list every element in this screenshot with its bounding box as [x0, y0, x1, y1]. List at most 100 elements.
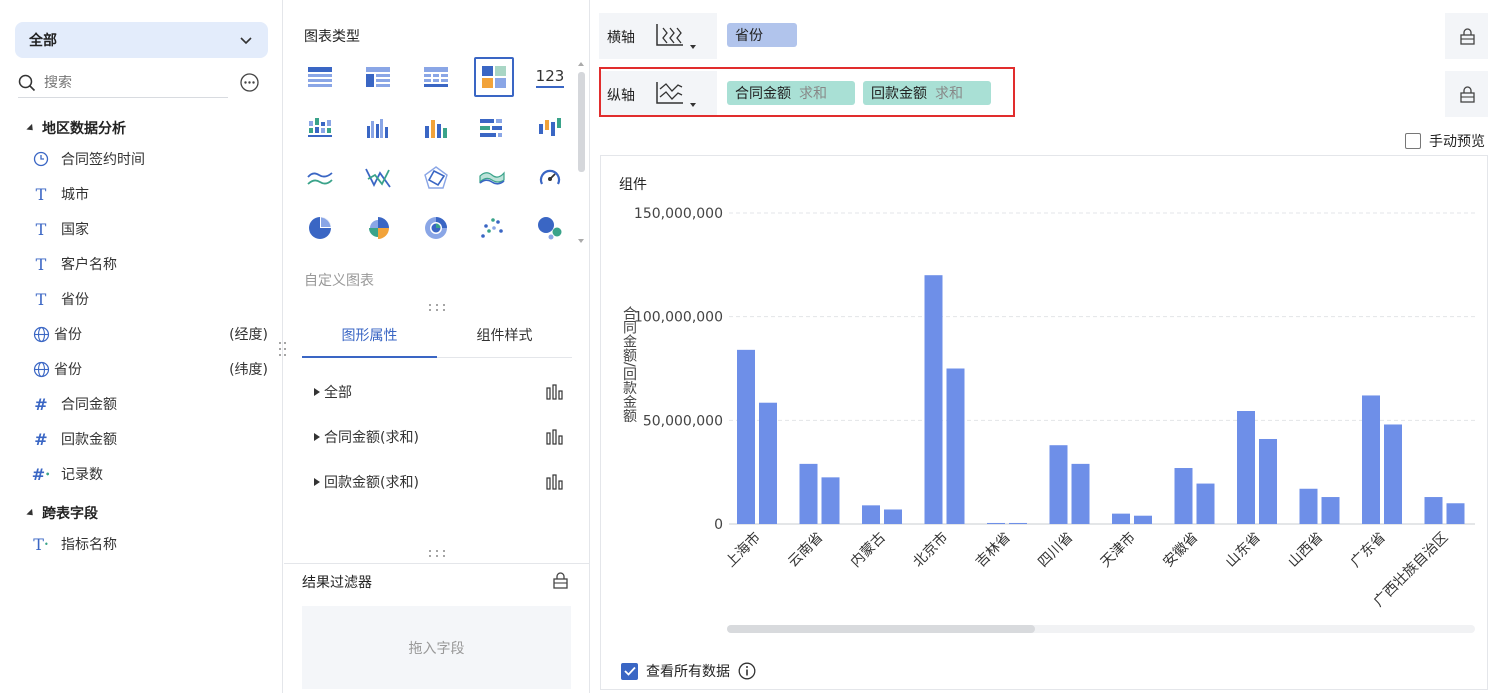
chart-type-scrollbar[interactable]	[577, 60, 585, 245]
chart-type-table-icon[interactable]	[302, 59, 338, 95]
view-all-label: 查看所有数据	[646, 664, 730, 680]
chart-type-rose-icon[interactable]	[360, 210, 396, 246]
search-icon	[18, 74, 36, 91]
scrollbar-thumb[interactable]	[727, 625, 1035, 633]
property-row[interactable]: 合同金额(求和)	[314, 426, 564, 448]
more-options-icon[interactable]	[240, 73, 259, 92]
bar	[1049, 445, 1068, 524]
scrollbar-thumb[interactable]	[578, 72, 585, 172]
field-item[interactable]: 合同签约时间	[32, 148, 268, 170]
text-type-icon: T	[35, 289, 47, 309]
x-axis-drop-zone[interactable]: 省份	[717, 13, 1445, 59]
search-input[interactable]	[44, 74, 214, 91]
field-item[interactable]: T 客户名称	[32, 253, 268, 275]
bar	[1071, 463, 1090, 524]
field-label: 记录数	[61, 467, 103, 483]
collapse-triangle-icon	[26, 508, 36, 518]
tree-group-region-analysis[interactable]: 地区数据分析	[26, 118, 126, 138]
bar	[1237, 411, 1255, 524]
chart-type-kpi-icon[interactable]: 123	[532, 59, 568, 95]
field-item[interactable]: 省份 (经度)	[32, 323, 268, 345]
field-label: 合同签约时间	[61, 152, 145, 168]
chart-type-radar-icon[interactable]	[418, 160, 454, 196]
chart-type-cross-table-icon[interactable]	[418, 59, 454, 95]
lock-icon[interactable]	[1459, 28, 1476, 45]
clock-icon	[32, 150, 50, 168]
bar	[737, 349, 755, 524]
text-type-icon: T	[35, 184, 47, 204]
bar	[987, 522, 1005, 524]
chart-type-bubble-icon[interactable]	[532, 210, 568, 246]
chart-type-stacked-bar-icon[interactable]	[302, 110, 338, 146]
field-item[interactable]: T • 指标名称	[32, 533, 268, 555]
x-axis-row: 横轴 省份	[599, 13, 1488, 59]
x-tick-label: 北京市	[910, 529, 952, 571]
chevron-down-icon	[240, 37, 252, 45]
section-resize-handle[interactable]	[427, 303, 447, 311]
manual-preview-toggle[interactable]: 手动预览	[1405, 131, 1485, 151]
globe-icon	[32, 360, 50, 378]
x-tick-label: 天津市	[1097, 529, 1139, 571]
chart-horizontal-scrollbar[interactable]	[727, 625, 1475, 633]
info-icon[interactable]	[738, 662, 756, 680]
property-row-label: 合同金额(求和)	[324, 430, 419, 446]
chart-type-multi-column-icon[interactable]	[418, 110, 454, 146]
search-box	[18, 68, 228, 98]
chart-type-column-icon[interactable]	[360, 110, 396, 146]
chart-type-radar-line-icon[interactable]	[360, 160, 396, 196]
field-item[interactable]: 省份 (纬度)	[32, 358, 268, 380]
bar	[1009, 522, 1027, 524]
chart-type-range-bar-icon[interactable]	[532, 110, 568, 146]
tab-graphic-properties[interactable]: 图形属性	[302, 312, 437, 358]
chart-type-scatter-icon[interactable]	[474, 210, 510, 246]
bar-chart-icon[interactable]	[546, 384, 564, 400]
chart-type-grouped-table-icon[interactable]	[360, 59, 396, 95]
chart-type-line-icon[interactable]	[302, 160, 338, 196]
bar-chart-icon[interactable]	[546, 429, 564, 445]
collapse-triangle-icon	[26, 123, 36, 133]
bar	[799, 463, 818, 524]
y-tick-label: 100,000,000	[634, 310, 723, 326]
field-item[interactable]: # 合同金额	[32, 393, 268, 415]
chart-type-horizontal-bar-icon[interactable]	[474, 110, 510, 146]
chart-type-pie-icon[interactable]	[302, 210, 338, 246]
field-item[interactable]: T 省份	[32, 288, 268, 310]
y-tick-label: 0	[714, 517, 723, 533]
chart-type-custom-selected-icon[interactable]	[474, 57, 514, 97]
field-item[interactable]: T 国家	[32, 218, 268, 240]
view-all-checkbox[interactable]	[621, 662, 638, 680]
x-axis-type-icon[interactable]	[653, 21, 699, 53]
bar	[1446, 503, 1465, 524]
field-item[interactable]: # 回款金额	[32, 428, 268, 450]
bar-chart: 0 50,000,000 100,000,000 150,000,000 合同金额/回款…	[621, 206, 1475, 610]
bar	[946, 368, 965, 524]
tree-group-label: 地区数据分析	[42, 121, 126, 137]
chart-type-gauge-icon[interactable]	[532, 160, 568, 196]
x-axis-field-pill[interactable]: 省份	[727, 23, 797, 47]
custom-chart-link[interactable]: 自定义图表	[304, 270, 374, 290]
bar	[884, 509, 902, 524]
bar	[1259, 438, 1277, 524]
dataset-select[interactable]: 全部	[15, 22, 268, 58]
property-row[interactable]: 回款金额(求和)	[314, 471, 564, 493]
field-item[interactable]: # • 记录数	[32, 463, 268, 485]
section-resize-handle[interactable]	[427, 549, 447, 557]
lock-icon[interactable]	[552, 572, 569, 589]
tree-group-cross-table[interactable]: 跨表字段	[26, 503, 98, 523]
bar-chart-icon[interactable]	[546, 474, 564, 490]
view-all-data-toggle[interactable]: 查看所有数据	[621, 661, 756, 681]
property-row-label: 回款金额(求和)	[324, 475, 419, 491]
property-row[interactable]: 全部	[314, 381, 564, 403]
chart-type-area-icon[interactable]	[474, 160, 510, 196]
chart-type-multi-pie-icon[interactable]	[418, 210, 454, 246]
number-type-icon: #	[34, 394, 48, 414]
tab-component-style[interactable]: 组件样式	[437, 312, 572, 357]
bar	[862, 505, 880, 524]
lock-icon[interactable]	[1459, 86, 1476, 103]
field-item[interactable]: T 城市	[32, 183, 268, 205]
manual-preview-checkbox[interactable]	[1405, 133, 1421, 149]
pill-label: 省份	[735, 28, 763, 44]
filter-drop-zone[interactable]: 拖入字段	[302, 606, 571, 689]
field-label: 合同金额	[61, 397, 117, 413]
x-tick-label: 广东省	[1348, 530, 1389, 571]
